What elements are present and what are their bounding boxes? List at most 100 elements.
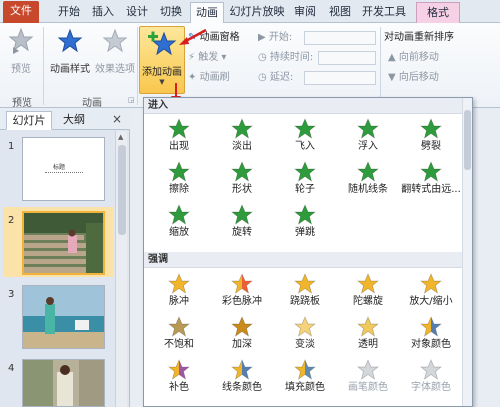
add-animation-star-icon — [148, 31, 177, 56]
tab-transitions[interactable]: 切换 — [156, 2, 186, 23]
slide-thumbnail-3[interactable] — [22, 285, 105, 349]
effect-label: 跷跷板 — [290, 296, 320, 307]
animation-effect-entrance[interactable]: 旋转 — [209, 203, 275, 245]
preview-button[interactable]: 预览 — [4, 27, 38, 75]
tab-view[interactable]: 视图 — [325, 2, 355, 23]
slide-pane-scrollbar[interactable]: ▲ — [115, 131, 127, 407]
effect-label: 变淡 — [295, 339, 315, 350]
group-divider — [137, 27, 138, 105]
animation-effect-entrance[interactable]: 轮子 — [272, 160, 338, 202]
gallery-scrollbar[interactable] — [462, 98, 472, 406]
tab-review[interactable]: 审阅 — [290, 2, 320, 23]
star-appear-icon — [168, 118, 190, 139]
star-brush-color-icon — [357, 359, 379, 380]
animation-effect-emphasis[interactable]: 陀螺旋 — [335, 272, 401, 314]
animation-effect-emphasis[interactable]: 补色 — [146, 358, 212, 400]
move-earlier-button[interactable]: ▲ 向前移动 — [388, 50, 439, 66]
slide-thumbnail-1[interactable]: 标题 — [22, 137, 105, 201]
trigger-button[interactable]: ⚡ 触发 ▾ — [188, 50, 226, 66]
start-select[interactable] — [304, 31, 376, 45]
tab-format[interactable]: 格式 — [416, 2, 460, 23]
animation-effect-emphasis[interactable]: 对象颜色 — [398, 315, 464, 357]
slide-number: 2 — [8, 215, 15, 226]
slide-number: 1 — [8, 141, 15, 152]
animation-effect-entrance[interactable]: 随机线条 — [335, 160, 401, 202]
animation-effect-emphasis[interactable]: 不饱和 — [146, 315, 212, 357]
duration-label: ◷ 持续时间: — [258, 52, 314, 63]
star-fly-icon — [294, 118, 316, 139]
effect-label: 擦除 — [169, 184, 189, 195]
animation-effect-emphasis[interactable]: 透明 — [335, 315, 401, 357]
tab-animations[interactable]: 动画 — [190, 2, 224, 24]
animation-effect-emphasis[interactable]: 加深 — [209, 315, 275, 357]
slide-number: 4 — [8, 363, 15, 374]
animation-effect-entrance[interactable]: 飞入 — [272, 117, 338, 159]
effect-label: 飞入 — [295, 141, 315, 152]
slide-subtitle-placeholder — [45, 172, 83, 174]
animation-effect-entrance[interactable]: 缩放 — [146, 203, 212, 245]
star-swivel-icon — [231, 204, 253, 225]
photo-stairs-image — [24, 213, 103, 273]
trigger-icon: ⚡ — [188, 52, 196, 63]
animation-effect-emphasis[interactable]: 脉冲 — [146, 272, 212, 314]
star-line-color-icon — [231, 359, 253, 380]
tab-outline[interactable]: 大纲 — [56, 111, 92, 130]
preview-star-icon — [8, 27, 34, 54]
effect-options-button[interactable]: 效果选项 — [93, 27, 137, 75]
group-label-preview: 预览 — [12, 98, 32, 109]
scrollbar-thumb[interactable] — [118, 145, 126, 235]
animation-effect-emphasis[interactable]: 字体颜色 — [398, 358, 464, 400]
animation-effect-emphasis[interactable]: 彩色脉冲 — [209, 272, 275, 314]
effect-label: 缩放 — [169, 227, 189, 238]
effect-label: 旋转 — [232, 227, 252, 238]
effect-label: 出现 — [169, 141, 189, 152]
tab-design[interactable]: 设计 — [122, 2, 152, 23]
close-icon[interactable]: × — [112, 112, 122, 126]
slide-title-text: 标题 — [53, 164, 66, 171]
slide-thumbnail-2[interactable] — [22, 211, 105, 275]
animation-effect-entrance[interactable]: 出现 — [146, 117, 212, 159]
painter-icon: ✦ — [188, 72, 197, 83]
animation-effect-emphasis[interactable]: 画笔颜色 — [335, 358, 401, 400]
delay-input[interactable] — [304, 71, 376, 85]
tab-developer[interactable]: 开发工具 — [358, 2, 410, 23]
star-zoom-icon — [168, 204, 190, 225]
effect-label: 形状 — [232, 184, 252, 195]
animation-effect-entrance[interactable]: 翻转式由远... — [398, 160, 464, 202]
duration-input[interactable] — [318, 51, 376, 65]
animation-effect-entrance[interactable]: 劈裂 — [398, 117, 464, 159]
animation-effect-emphasis[interactable]: 跷跷板 — [272, 272, 338, 314]
star-desaturate-icon — [168, 316, 190, 337]
move-later-button[interactable]: ▼ 向后移动 — [388, 70, 439, 86]
animation-effect-emphasis[interactable]: 填充颜色 — [272, 358, 338, 400]
star-spin-icon — [357, 273, 379, 294]
tab-slides[interactable]: 幻灯片 — [6, 111, 52, 130]
scroll-up-icon[interactable]: ▲ — [118, 133, 123, 141]
slide-pane: 幻灯片 大纲 × 1 标题 2 3 4 ▲ — [0, 109, 130, 407]
animation-effect-emphasis[interactable]: 变淡 — [272, 315, 338, 357]
effect-label: 劈裂 — [421, 141, 441, 152]
group-label-animation: 动画 — [82, 98, 102, 109]
effect-label: 填充颜色 — [285, 382, 325, 393]
star-darken-icon — [231, 316, 253, 337]
delay-label: ◷ 延迟: — [258, 72, 294, 83]
animation-effect-entrance[interactable]: 浮入 — [335, 117, 401, 159]
animation-effect-emphasis[interactable]: 放大/缩小 — [398, 272, 464, 314]
effect-label: 透明 — [358, 339, 378, 350]
animation-painter-button[interactable]: ✦ 动画刷 — [188, 70, 230, 86]
star-split-icon — [420, 118, 442, 139]
slide-thumbnail-4[interactable] — [22, 359, 105, 407]
animation-effect-entrance[interactable]: 弹跳 — [272, 203, 338, 245]
effect-label: 画笔颜色 — [348, 382, 388, 393]
animation-effect-emphasis[interactable]: 线条颜色 — [209, 358, 275, 400]
animation-effect-entrance[interactable]: 形状 — [209, 160, 275, 202]
dialog-launcher-icon[interactable]: ◲ — [128, 96, 135, 104]
tab-slideshow[interactable]: 幻灯片放映 — [228, 2, 286, 23]
gallery-scrollbar-thumb[interactable] — [464, 110, 471, 170]
animation-effect-entrance[interactable]: 淡出 — [209, 117, 275, 159]
tab-file[interactable]: 文件 — [3, 1, 39, 23]
tab-insert[interactable]: 插入 — [88, 2, 118, 23]
animation-styles-button[interactable]: 动画样式 — [48, 27, 92, 75]
tab-home[interactable]: 开始 — [52, 2, 86, 23]
animation-effect-entrance[interactable]: 擦除 — [146, 160, 212, 202]
